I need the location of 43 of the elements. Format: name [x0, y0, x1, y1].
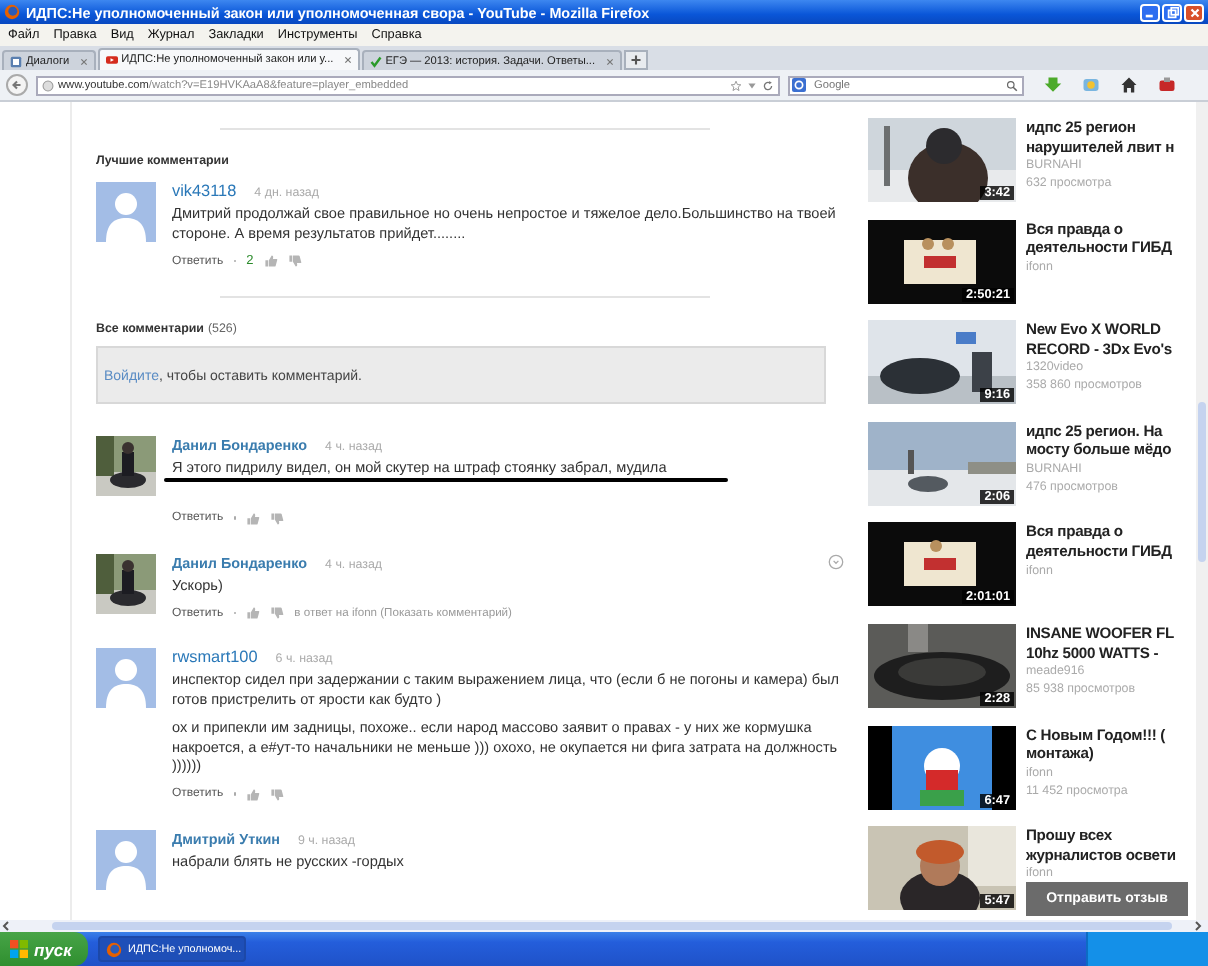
start-button[interactable]: пуск — [0, 932, 88, 966]
comment-author[interactable]: vik43118 — [172, 182, 237, 200]
thumbs-up-icon[interactable] — [246, 787, 261, 801]
square-icon — [10, 55, 22, 67]
browser-icon — [105, 941, 122, 957]
thumbs-down-icon[interactable] — [287, 254, 302, 268]
plus-icon — [629, 54, 642, 66]
google-logo-icon — [792, 78, 806, 92]
minimize-button[interactable] — [1140, 3, 1160, 21]
close-icon[interactable] — [343, 56, 352, 64]
options-icon[interactable] — [828, 553, 844, 569]
restore-icon — [1165, 5, 1179, 19]
horizontal-scrollbar[interactable] — [0, 920, 1208, 932]
download-arrow-icon[interactable] — [1044, 76, 1062, 94]
thumbs-down-icon[interactable] — [270, 787, 285, 801]
thumbs-down-icon[interactable] — [270, 511, 285, 525]
maximize-button[interactable] — [1162, 3, 1182, 21]
close-button[interactable] — [1184, 3, 1204, 21]
globe-icon — [42, 79, 54, 91]
back-button[interactable] — [6, 74, 28, 96]
browser-icon — [4, 4, 20, 20]
vertical-scrollbar[interactable] — [1196, 102, 1208, 920]
close-icon[interactable] — [79, 57, 88, 65]
home-icon[interactable] — [1120, 76, 1138, 94]
close-icon — [1187, 5, 1201, 19]
scrollbar-thumb[interactable] — [1198, 402, 1206, 562]
thumbs-down-icon[interactable] — [270, 606, 285, 620]
comment-author[interactable]: rwsmart100 — [172, 648, 258, 666]
new-tab-button[interactable] — [623, 50, 648, 70]
scrollbar-thumb[interactable] — [52, 922, 1172, 930]
dropdown-icon[interactable] — [746, 79, 758, 91]
close-icon[interactable] — [605, 57, 614, 65]
thumbs-up-icon[interactable] — [246, 511, 261, 525]
thumbs-up-icon[interactable] — [246, 606, 261, 620]
thumbs-up-icon[interactable] — [263, 254, 278, 268]
windows-logo-icon — [10, 940, 28, 958]
play-icon — [105, 54, 118, 66]
search-icon[interactable] — [1006, 79, 1018, 91]
back-arrow-icon — [10, 78, 24, 92]
star-icon[interactable] — [730, 79, 742, 91]
checkmark-icon — [369, 55, 382, 67]
system-tray — [1086, 932, 1208, 966]
reload-icon[interactable] — [762, 79, 774, 91]
